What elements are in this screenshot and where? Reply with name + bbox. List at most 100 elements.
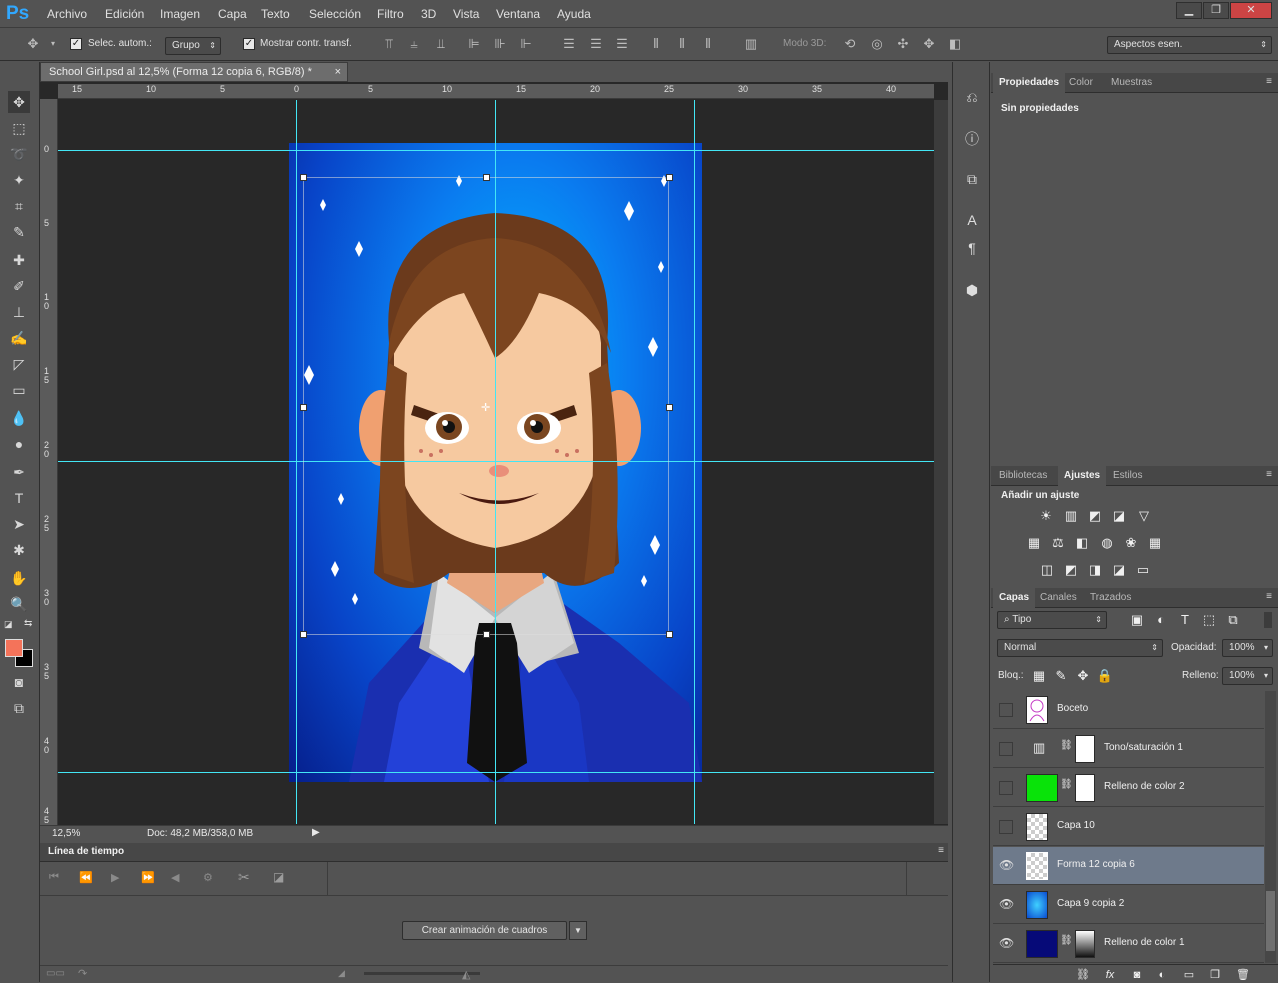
- menu-ventana[interactable]: Ventana: [496, 7, 540, 21]
- screen-mode-icon[interactable]: ⧉: [8, 697, 30, 719]
- fill-field[interactable]: 100% ▾: [1222, 667, 1273, 685]
- auto-select-dropdown[interactable]: Grupo ⇕: [165, 37, 221, 55]
- transform-center-icon[interactable]: ✛: [481, 401, 490, 414]
- blend-mode-dropdown[interactable]: Normal ⇕: [997, 639, 1163, 657]
- eraser-icon[interactable]: ◸: [8, 353, 30, 375]
- visibility-toggle[interactable]: [999, 781, 1013, 795]
- link-chain-icon[interactable]: ⛓: [1060, 740, 1073, 751]
- link-chain-icon[interactable]: ⛓: [1060, 779, 1073, 790]
- filter-toggle[interactable]: [1264, 612, 1272, 628]
- menu-capa[interactable]: Capa: [218, 7, 247, 21]
- character-icon[interactable]: A: [961, 209, 983, 231]
- workspace-dropdown[interactable]: Aspectos esen. ⇕: [1107, 36, 1272, 54]
- frame-mode-icon[interactable]: ▭▭: [46, 968, 65, 979]
- transform-handle[interactable]: [300, 404, 307, 411]
- panel-menu-icon[interactable]: ≡: [1266, 469, 1272, 480]
- drag-3d-icon[interactable]: ✣: [895, 36, 911, 52]
- menu-filtro[interactable]: Filtro: [377, 7, 404, 21]
- show-transform-checkbox[interactable]: ✓: [243, 38, 255, 50]
- restore-button[interactable]: ❐: [1203, 2, 1229, 19]
- lock-position-icon[interactable]: ✥: [1074, 668, 1092, 684]
- filter-pixel-icon[interactable]: ▣: [1128, 612, 1146, 628]
- path-selection-icon[interactable]: ➤: [8, 513, 30, 535]
- layer-row[interactable]: ▥ ⛓ Tono/saturación 1: [993, 730, 1264, 768]
- posterize-icon[interactable]: ◩: [1062, 562, 1080, 578]
- align-left-icon[interactable]: ⊫: [466, 36, 482, 52]
- eye-icon[interactable]: 👁: [999, 898, 1014, 912]
- fx-icon[interactable]: fx: [1101, 967, 1119, 983]
- layer-row[interactable]: Capa 10: [993, 808, 1264, 846]
- new-group-icon[interactable]: ▭: [1180, 967, 1198, 983]
- tab-canales[interactable]: Canales: [1034, 588, 1083, 608]
- rotate-3d-icon[interactable]: ⟲: [842, 36, 858, 52]
- align-vcenter-icon[interactable]: ⫨: [406, 36, 422, 52]
- layer-row-selected[interactable]: 👁 Forma 12 copia 6: [993, 847, 1264, 885]
- tab-color[interactable]: Color: [1063, 73, 1099, 93]
- marquee-tool-icon[interactable]: ⬚: [8, 117, 30, 139]
- filter-adjust-icon[interactable]: ◐: [1152, 612, 1170, 628]
- align-hcenter-icon[interactable]: ⊪: [492, 36, 508, 52]
- lock-transparent-icon[interactable]: ▦: [1030, 668, 1048, 684]
- menu-imagen[interactable]: Imagen: [160, 7, 200, 21]
- distribute-top-icon[interactable]: ☰: [561, 36, 577, 52]
- trash-icon[interactable]: 🗑: [1234, 967, 1252, 983]
- paragraph-icon[interactable]: ¶: [961, 237, 983, 259]
- audio-icon[interactable]: ◀: [171, 871, 179, 884]
- brush-tool-icon[interactable]: ✐: [8, 275, 30, 297]
- hue-saturation-icon[interactable]: ▦: [1025, 535, 1043, 551]
- color-balance-icon[interactable]: ⚖: [1049, 535, 1067, 551]
- move-tool-icon[interactable]: ✥: [22, 36, 44, 52]
- play-icon[interactable]: ▶: [111, 871, 119, 884]
- invert-icon[interactable]: ◫: [1038, 562, 1056, 578]
- close-tab-icon[interactable]: ×: [335, 63, 341, 81]
- link-layers-icon[interactable]: ⛓: [1074, 967, 1092, 983]
- layer-mask[interactable]: [1075, 930, 1095, 958]
- auto-select-checkbox[interactable]: ✓: [70, 38, 82, 50]
- tab-bibliotecas[interactable]: Bibliotecas: [993, 466, 1053, 486]
- new-adjustment-icon[interactable]: ◐: [1153, 967, 1171, 983]
- zoom-tool-icon[interactable]: 🔍: [8, 593, 30, 615]
- first-frame-icon[interactable]: ⏮: [49, 871, 59, 884]
- layer-row[interactable]: 👁 ⛓ Relleno de color 1: [993, 925, 1264, 963]
- magic-wand-icon[interactable]: ✦: [8, 169, 30, 191]
- slide-3d-icon[interactable]: ✥: [921, 36, 937, 52]
- dodge-tool-icon[interactable]: ●: [8, 433, 30, 455]
- panel-menu-icon[interactable]: ≡: [1266, 591, 1272, 602]
- transform-handle[interactable]: [666, 404, 673, 411]
- status-menu-arrow-icon[interactable]: ▶: [312, 827, 320, 838]
- distribute-right-icon[interactable]: ⦀: [700, 36, 716, 52]
- panel-menu-icon[interactable]: ≡: [938, 845, 944, 856]
- eye-icon[interactable]: 👁: [999, 859, 1014, 873]
- settings-gear-icon[interactable]: ⚙: [203, 871, 213, 884]
- guide-horizontal[interactable]: [58, 150, 934, 151]
- timeline-mode-dropdown[interactable]: ▼: [569, 921, 587, 940]
- type-tool-icon[interactable]: T: [8, 487, 30, 509]
- link-chain-icon[interactable]: ⛓: [1060, 935, 1073, 946]
- tab-trazados[interactable]: Trazados: [1084, 588, 1137, 608]
- exposure-icon[interactable]: ◪: [1110, 508, 1128, 524]
- menu-edicion[interactable]: Edición: [105, 7, 144, 21]
- history-icon[interactable]: ⎌: [961, 86, 983, 108]
- align-right-icon[interactable]: ⊩: [518, 36, 534, 52]
- black-white-icon[interactable]: ◧: [1073, 535, 1091, 551]
- visibility-toggle[interactable]: [999, 703, 1013, 717]
- visibility-toggle[interactable]: [999, 742, 1013, 756]
- menu-3d[interactable]: 3D: [421, 7, 436, 21]
- distribute-hcenter-icon[interactable]: ⦀: [674, 36, 690, 52]
- healing-brush-icon[interactable]: ✚: [8, 249, 30, 271]
- move-tool-icon[interactable]: ✥: [8, 91, 30, 113]
- split-scissors-icon[interactable]: ✂: [238, 869, 250, 886]
- add-mask-icon[interactable]: ◙: [1128, 967, 1146, 983]
- color-lookup-icon[interactable]: ▦: [1146, 535, 1164, 551]
- visibility-toggle[interactable]: [999, 820, 1013, 834]
- threshold-icon[interactable]: ◨: [1086, 562, 1104, 578]
- history-brush-icon[interactable]: ✍: [8, 327, 30, 349]
- distribute-bottom-icon[interactable]: ☰: [614, 36, 630, 52]
- scrollbar-thumb[interactable]: [1266, 891, 1275, 951]
- menu-vista[interactable]: Vista: [453, 7, 479, 21]
- transform-handle[interactable]: [483, 174, 490, 181]
- close-button[interactable]: ✕: [1230, 2, 1272, 19]
- curves-icon[interactable]: ◩: [1086, 508, 1104, 524]
- lock-all-icon[interactable]: 🔒: [1096, 668, 1114, 684]
- tool-preset-dropdown-icon[interactable]: ▾: [45, 36, 61, 52]
